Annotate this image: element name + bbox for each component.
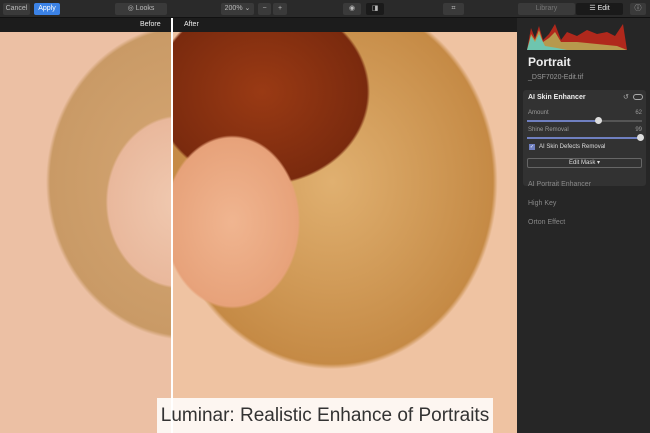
caption: Luminar: Realistic Enhance of Portraits (157, 398, 493, 433)
defects-checkbox[interactable]: ✓ (529, 144, 535, 150)
amount-slider[interactable] (527, 117, 642, 124)
defects-label: AI Skin Defects Removal (539, 144, 606, 150)
amount-label: Amount (528, 110, 549, 116)
sliders-icon: ☰ (589, 5, 598, 12)
filename: _DSF7020-Edit.tif (528, 74, 584, 81)
before-image (0, 32, 172, 433)
eye-icon[interactable]: ◉ (343, 3, 361, 15)
histogram (527, 24, 627, 50)
panel-title: Portrait (528, 55, 571, 69)
zoom-out-button[interactable]: − (258, 3, 271, 15)
reset-icon[interactable]: ↺ (623, 93, 629, 101)
cancel-button[interactable]: Cancel (3, 3, 30, 15)
after-label: After (184, 21, 199, 28)
toggle-switch[interactable] (633, 94, 643, 100)
top-toolbar: Cancel Apply ◎ Looks 200% ⌄ − + ◉ ◨ ⌗ Li… (0, 0, 650, 18)
shine-label: Shine Removal (528, 127, 569, 133)
compare-bar: Before After (0, 18, 517, 32)
looks-icon: ◎ (127, 5, 136, 12)
zoom-dropdown[interactable]: 200% ⌄ (221, 3, 254, 15)
info-icon[interactable]: ⓘ (630, 3, 646, 15)
photo-canvas[interactable] (0, 32, 517, 433)
looks-button[interactable]: ◎ Looks (115, 3, 167, 15)
tool-ai-portrait-enhancer[interactable]: AI Portrait Enhancer (528, 181, 591, 188)
zoom-in-button[interactable]: + (273, 3, 287, 15)
shine-value: 99 (635, 127, 642, 133)
edit-mask-button[interactable]: Edit Mask ▾ (527, 158, 642, 168)
looks-label: Looks (135, 5, 155, 12)
edit-tab[interactable]: ☰ Edit (576, 3, 623, 15)
amount-value: 62 (635, 110, 642, 116)
library-tab[interactable]: Library (518, 3, 575, 15)
edit-panel: Portrait _DSF7020-Edit.tif AI Skin Enhan… (517, 18, 650, 433)
tool-high-key[interactable]: High Key (528, 200, 556, 207)
ai-skin-enhancer-card: AI Skin Enhancer ↺ Amount 62 Shine Remov… (523, 90, 646, 186)
compare-icon[interactable]: ◨ (366, 3, 384, 15)
compare-divider-handle[interactable] (171, 18, 173, 433)
before-label: Before (140, 21, 161, 28)
crop-icon[interactable]: ⌗ (443, 3, 464, 15)
tool-title: AI Skin Enhancer (528, 94, 586, 101)
shine-slider[interactable] (527, 134, 644, 141)
edit-label: Edit (597, 5, 610, 12)
apply-button[interactable]: Apply (34, 3, 60, 15)
after-image (172, 32, 517, 433)
tool-orton-effect[interactable]: Orton Effect (528, 219, 565, 226)
